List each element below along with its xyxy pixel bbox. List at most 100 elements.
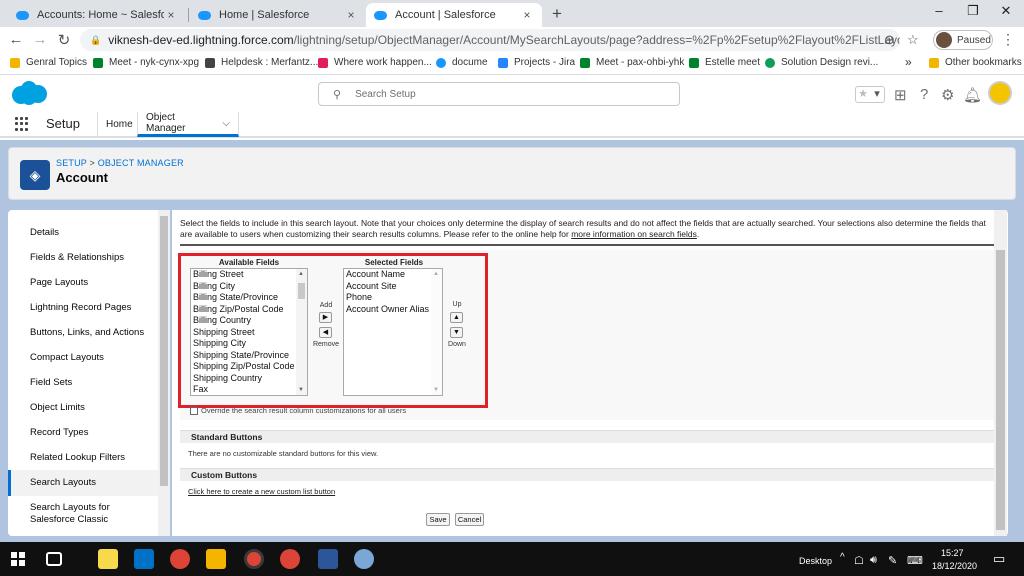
global-actions-icon[interactable]: ⊞: [894, 86, 907, 104]
chevron-down-icon[interactable]: ⌵: [222, 118, 230, 129]
bookmark-item[interactable]: Genral Topics: [10, 57, 87, 68]
chrome-icon[interactable]: [170, 549, 190, 569]
browser-menu-icon[interactable]: ⋮: [1001, 31, 1015, 48]
reload-icon[interactable]: ↻: [54, 31, 74, 49]
save-button[interactable]: Save: [426, 513, 450, 526]
task-view-icon[interactable]: [46, 552, 62, 566]
close-window-icon[interactable]: ✕: [991, 3, 1021, 19]
word-icon[interactable]: [318, 549, 338, 569]
sticky-notes-icon[interactable]: [98, 549, 118, 569]
sidebar-item-search-layouts-classic[interactable]: Search Layouts for Salesforce Classic: [8, 502, 158, 526]
tab-home[interactable]: Home: [97, 112, 137, 137]
sidebar-item-lightning-record-pages[interactable]: Lightning Record Pages: [8, 302, 158, 314]
scrollbar-thumb[interactable]: [160, 216, 168, 486]
new-tab-button[interactable]: +: [552, 4, 562, 24]
file-explorer-icon[interactable]: [206, 549, 226, 569]
favorites-button[interactable]: ★ ▾: [855, 86, 885, 103]
other-bookmarks[interactable]: Other bookmarks: [929, 57, 1022, 68]
forward-arrow-icon[interactable]: →: [30, 31, 50, 48]
override-option[interactable]: Override the search result column custom…: [190, 406, 406, 415]
search-setup-input[interactable]: ⚲ Search Setup: [318, 82, 680, 106]
restore-icon[interactable]: ❐: [958, 3, 988, 19]
tray-overflow-icon[interactable]: ^: [840, 552, 845, 563]
sidebar-item-search-layouts[interactable]: Search Layouts: [8, 470, 158, 496]
paint-icon[interactable]: [354, 549, 374, 569]
tab-label: Account | Salesforce: [395, 9, 496, 21]
sidebar-item-label: Search Layouts for: [30, 502, 110, 513]
bookmark-item[interactable]: Projects - Jira: [498, 57, 575, 68]
network-icon[interactable]: ☖: [854, 554, 864, 567]
sidebar-item-field-sets[interactable]: Field Sets: [8, 377, 158, 389]
chrome-profile-icon[interactable]: [280, 549, 300, 569]
url-host: viknesh-dev-ed.lightning.force.com: [108, 33, 294, 47]
bookmark-item[interactable]: Estelle meet: [689, 57, 760, 68]
zoom-icon[interactable]: ⊖: [884, 32, 895, 48]
close-icon[interactable]: ×: [164, 8, 178, 22]
profile-button[interactable]: Paused: [933, 30, 993, 50]
close-icon[interactable]: ×: [520, 8, 534, 22]
sidebar-item-fields-relationships[interactable]: Fields & Relationships: [8, 252, 158, 264]
back-arrow-icon[interactable]: ←: [6, 31, 26, 48]
salesforce-logo[interactable]: [10, 80, 48, 106]
create-custom-button-link[interactable]: Click here to create a new custom list b…: [188, 487, 335, 496]
browser-tab-accounts-home[interactable]: Accounts: Home ~ Salesforce - De ×: [8, 3, 186, 27]
chrome-active-icon[interactable]: [244, 549, 264, 569]
help-icon[interactable]: ?: [920, 86, 928, 103]
sidebar-item-page-layouts[interactable]: Page Layouts: [8, 277, 158, 289]
bookmark-label: Helpdesk : Merfantz...: [221, 57, 319, 68]
sidebar-scrollbar[interactable]: [158, 210, 170, 536]
pen-icon[interactable]: ✎: [888, 554, 897, 567]
bookmark-item[interactable]: Meet - nyk-cynx-xpg: [93, 57, 199, 68]
sidebar-item-related-lookup-filters[interactable]: Related Lookup Filters: [8, 452, 158, 464]
sidebar-item-details[interactable]: Details: [8, 227, 158, 239]
close-icon[interactable]: ×: [344, 8, 358, 22]
notifications-icon[interactable]: ▭: [993, 551, 1005, 567]
avatar[interactable]: [988, 81, 1012, 105]
meet-icon: [580, 57, 590, 68]
help-link[interactable]: more information on search fields: [571, 229, 697, 239]
windows-start-icon[interactable]: [11, 552, 25, 566]
bookmark-item[interactable]: Meet - pax-ohbi-yhk: [580, 57, 684, 68]
scrollbar-thumb[interactable]: [996, 250, 1005, 530]
bookmark-item[interactable]: docume: [436, 57, 488, 68]
app-launcher-icon[interactable]: [15, 117, 29, 131]
notifications-bell-icon[interactable]: 🔔︎: [963, 86, 982, 104]
override-checkbox[interactable]: [190, 406, 198, 415]
cancel-button[interactable]: Cancel: [455, 513, 484, 526]
volume-icon[interactable]: 🔊︎: [870, 554, 877, 567]
language-icon[interactable]: ⌨: [907, 554, 923, 567]
sidebar-item-buttons-links-actions[interactable]: Buttons, Links, and Actions: [8, 327, 158, 339]
bookmark-star-icon[interactable]: ☆: [907, 32, 919, 48]
bookmark-label: Genral Topics: [26, 57, 87, 68]
divider: [180, 244, 994, 246]
clock-time[interactable]: 15:27: [941, 548, 964, 558]
sidebar-item-compact-layouts[interactable]: Compact Layouts: [8, 352, 158, 364]
minimize-icon[interactable]: –: [924, 3, 954, 18]
bookmarks-bar: Genral Topics Meet - nyk-cynx-xpg Helpde…: [0, 53, 1024, 75]
bookmark-item[interactable]: Solution Design revi...: [765, 57, 878, 68]
star-icon: ★: [858, 88, 868, 100]
browser-tab-account[interactable]: Account | Salesforce ×: [366, 3, 542, 27]
url-path: /lightning/setup/ObjectManager/Account/M…: [293, 33, 900, 47]
bookmarks-overflow-button[interactable]: »: [905, 55, 912, 69]
bookmark-label: Solution Design revi...: [781, 57, 879, 68]
sidebar-item-record-types[interactable]: Record Types: [8, 427, 158, 439]
sidebar-item-label: Salesforce Classic: [30, 514, 109, 525]
address-bar[interactable]: 🔒 viknesh-dev-ed.lightning.force.com/lig…: [80, 29, 900, 51]
desktop-toolbar-label[interactable]: Desktop: [799, 556, 832, 566]
override-label: Override the search result column custom…: [201, 406, 407, 415]
content-scrollbar[interactable]: [994, 210, 1007, 536]
browser-toolbar: ← → ↻ 🔒 viknesh-dev-ed.lightning.force.c…: [0, 27, 1024, 53]
bookmark-item[interactable]: Where work happen...: [318, 57, 432, 68]
tab-label: Accounts: Home ~ Salesforce - De: [37, 9, 164, 21]
outlook-icon[interactable]: [134, 549, 154, 569]
clock-date[interactable]: 18/12/2020: [932, 561, 977, 571]
tab-object-manager[interactable]: Object Manager ⌵: [137, 112, 239, 137]
solution-design-icon: [765, 57, 775, 68]
breadcrumb-setup-link[interactable]: SETUP: [56, 158, 87, 168]
gear-icon[interactable]: ⚙: [941, 86, 954, 104]
breadcrumb-object-manager-link[interactable]: OBJECT MANAGER: [98, 158, 184, 168]
bookmark-item[interactable]: Helpdesk : Merfantz...: [205, 57, 318, 68]
browser-tab-home[interactable]: Home | Salesforce ×: [190, 3, 366, 27]
sidebar-item-object-limits[interactable]: Object Limits: [8, 402, 158, 414]
